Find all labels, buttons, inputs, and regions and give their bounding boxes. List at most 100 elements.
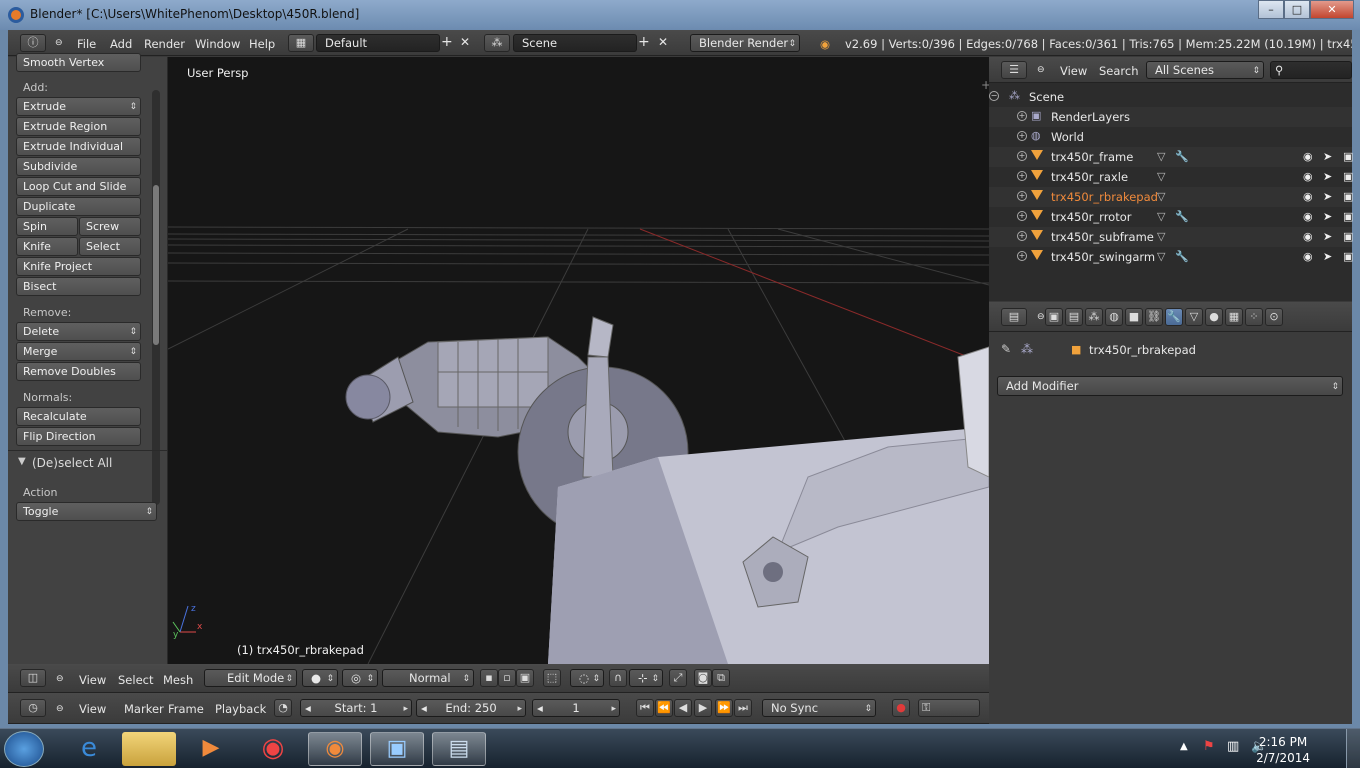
transform-orientation-select[interactable]: Normal ⇕ [382, 669, 474, 687]
jump-start-icon[interactable]: ⏮ [636, 699, 654, 717]
outliner-search-input[interactable]: ⚲ [1270, 61, 1352, 79]
properties-collapse-icon[interactable]: ⊖ [1037, 312, 1045, 322]
props-tab-render-layers-icon[interactable]: ▤ [1065, 308, 1083, 326]
scene-icon[interactable]: ⁂ [484, 34, 510, 52]
cursor-icon[interactable]: ➤ [1323, 230, 1332, 243]
add-modifier-button[interactable]: Add Modifier ⇕ [997, 376, 1343, 396]
limit-selection-icon[interactable]: ⬚ [543, 669, 561, 687]
modifier-wrench-icon[interactable]: 🔧 [1175, 250, 1189, 263]
clock[interactable]: 2:16 PM 2/7/2014 [1256, 734, 1310, 766]
render-icon[interactable]: ▣ [1343, 210, 1353, 223]
explorer-icon[interactable] [122, 732, 176, 766]
render-icon[interactable]: ▣ [1343, 190, 1353, 203]
media-player-icon[interactable]: ▶ [184, 732, 238, 766]
expand-icon[interactable]: + [1017, 151, 1027, 161]
screw-button[interactable]: Screw [79, 217, 141, 236]
scene-field[interactable]: Scene [513, 34, 637, 52]
mesh-data-icon[interactable]: ▽ [1157, 170, 1165, 183]
menu-render[interactable]: Render [144, 37, 185, 51]
mesh-data-icon[interactable]: ▽ [1157, 230, 1165, 243]
props-tab-data-icon[interactable]: ▽ [1185, 308, 1203, 326]
cursor-icon[interactable]: ➤ [1323, 150, 1332, 163]
outliner-item-name[interactable]: Scene [1029, 90, 1064, 104]
start-button[interactable] [4, 731, 44, 767]
recalculate-button[interactable]: Recalculate [16, 407, 141, 426]
mesh-data-icon[interactable]: ▽ [1157, 190, 1165, 203]
mesh-data-icon[interactable]: ▽ [1157, 150, 1165, 163]
outliner-row[interactable]: + trx450r_subframe ▽ ◉ ➤ ▣ [989, 227, 1353, 247]
opengl-render-icon[interactable]: ⧉ [712, 669, 730, 687]
3d-viewport[interactable]: + x y z User Persp (1) trx450r_rbrakepad [168, 57, 989, 664]
outliner-row[interactable]: + trx450r_frame ▽ 🔧 ◉ ➤ ▣ [989, 147, 1353, 167]
eye-icon[interactable]: ◉ [1303, 190, 1313, 203]
start-frame-field[interactable]: ◂ Start: 1 ▸ [300, 699, 412, 717]
photo-viewer-icon[interactable]: ▣ [370, 732, 424, 766]
outliner-collapse-icon[interactable]: ⊖ [1037, 65, 1045, 75]
play-icon[interactable]: ▶ [694, 699, 712, 717]
add-scene-icon[interactable]: + [638, 34, 650, 50]
expand-icon[interactable]: + [1017, 171, 1027, 181]
extrude-region-button[interactable]: Extrude Region [16, 117, 141, 136]
outliner-row[interactable]: + ◍ World [989, 127, 1352, 147]
outliner-row[interactable]: + trx450r_rbrakepad ▽ ◉ ➤ ▣ [989, 187, 1353, 207]
view3d-menu-view[interactable]: View [79, 673, 106, 687]
operator-panel-title[interactable]: (De)select All [32, 456, 112, 470]
pivot-select[interactable]: ◎ ⇕ [342, 669, 378, 687]
props-tab-material-icon[interactable]: ● [1205, 308, 1223, 326]
outliner-menu-search[interactable]: Search [1099, 64, 1139, 78]
proportional-edit-select[interactable]: ◌ ⇕ [570, 669, 604, 687]
outliner-row[interactable]: − ⁂ Scene [989, 87, 1352, 107]
properties-editor-icon[interactable]: ▤ [1001, 308, 1027, 326]
face-select-icon[interactable]: ▣ [516, 669, 534, 687]
maximize-button[interactable]: □ [1284, 0, 1310, 19]
snap-target-icon[interactable]: ⤢ [669, 669, 687, 687]
keying-icon[interactable]: ◔ [274, 699, 292, 717]
expand-icon[interactable]: + [1017, 131, 1027, 141]
render-icon[interactable]: ▣ [1343, 250, 1353, 263]
outliner-row[interactable]: + trx450r_swingarm ▽ 🔧 ◉ ➤ ▣ [989, 247, 1353, 267]
expand-icon[interactable]: − [989, 91, 999, 101]
props-tab-particles-icon[interactable]: ⁘ [1245, 308, 1263, 326]
snap-icon[interactable]: ∩ [609, 669, 627, 687]
modifier-wrench-icon[interactable]: 🔧 [1175, 150, 1189, 163]
delete-button[interactable]: Delete ⇕ [16, 322, 141, 341]
view3d-editor-icon[interactable]: ◫ [20, 669, 46, 687]
pin-icon[interactable]: ✎ [1001, 342, 1011, 356]
timeline-menu-marker[interactable]: Marker [124, 702, 164, 716]
view3d-menu-select[interactable]: Select [118, 673, 153, 687]
outliner-item-name[interactable]: trx450r_rbrakepad [1051, 190, 1158, 204]
sync-select[interactable]: No Sync ⇕ [762, 699, 876, 717]
expand-icon[interactable]: + [1017, 191, 1027, 201]
merge-button[interactable]: Merge ⇕ [16, 342, 141, 361]
eye-icon[interactable]: ◉ [1303, 250, 1313, 263]
render-icon[interactable]: ▣ [1343, 150, 1353, 163]
expand-icon[interactable]: + [1017, 211, 1027, 221]
outliner-item-name[interactable]: trx450r_raxle [1051, 170, 1128, 184]
expand-icon[interactable]: + [1017, 111, 1027, 121]
timeline-editor-icon[interactable]: ◷ [20, 699, 46, 717]
record-icon[interactable]: ● [892, 699, 910, 717]
outliner-row[interactable]: + trx450r_raxle ▽ ◉ ➤ ▣ [989, 167, 1353, 187]
cursor-icon[interactable]: ➤ [1323, 210, 1332, 223]
bisect-button[interactable]: Bisect [16, 277, 141, 296]
mode-select[interactable]: Edit Mode ⇕ [204, 669, 297, 687]
eye-icon[interactable]: ◉ [1303, 170, 1313, 183]
outliner-row[interactable]: + trx450r_rrotor ▽ 🔧 ◉ ➤ ▣ [989, 207, 1353, 227]
eye-icon[interactable]: ◉ [1303, 230, 1313, 243]
outliner-item-name[interactable]: trx450r_rrotor [1051, 210, 1131, 224]
blender-taskbar-icon[interactable]: ◉ [308, 732, 362, 766]
timeline-menu-frame[interactable]: Frame [168, 702, 204, 716]
cursor-icon[interactable]: ➤ [1323, 170, 1332, 183]
snap-element-select[interactable]: ⊹ ⇕ [629, 669, 663, 687]
knife-select-button[interactable]: Select [79, 237, 141, 256]
knife-project-button[interactable]: Knife Project [16, 257, 141, 276]
jump-keyframe-forward-icon[interactable]: ⏩ [715, 699, 733, 717]
outliner-item-name[interactable]: trx450r_subframe [1051, 230, 1154, 244]
view3d-menu-mesh[interactable]: Mesh [163, 673, 193, 687]
outliner-item-name[interactable]: trx450r_frame [1051, 150, 1133, 164]
knife-button[interactable]: Knife [16, 237, 78, 256]
cursor-icon[interactable]: ➤ [1323, 250, 1332, 263]
close-button[interactable]: ✕ [1310, 0, 1354, 19]
duplicate-button[interactable]: Duplicate [16, 197, 141, 216]
chrome-icon[interactable]: ◉ [246, 732, 300, 766]
